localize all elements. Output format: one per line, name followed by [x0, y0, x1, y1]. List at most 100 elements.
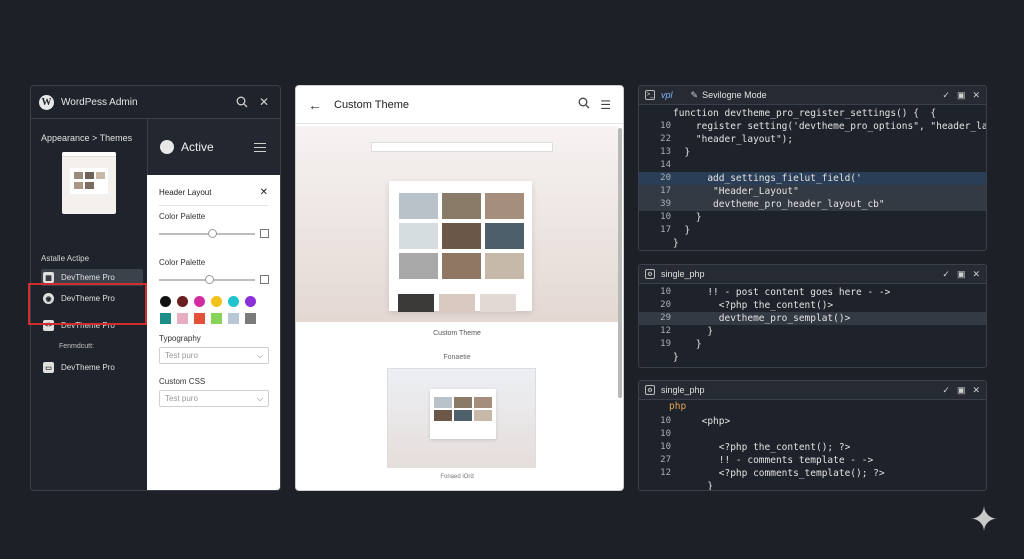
selection-highlight-box: [28, 283, 147, 325]
color-swatch[interactable]: [177, 313, 188, 324]
menu-icon[interactable]: [254, 140, 266, 155]
line-number: 10: [660, 442, 671, 452]
code-line[interactable]: }: [673, 352, 679, 363]
search-icon[interactable]: [578, 97, 590, 112]
slider-knob[interactable]: [207, 229, 217, 238]
save-icon[interactable]: ▣: [957, 385, 966, 396]
code-line[interactable]: "header_layout");: [673, 134, 793, 145]
line-number: 10: [660, 212, 671, 222]
tab-vpl[interactable]: vpl: [661, 90, 673, 100]
code-line[interactable]: }: [673, 481, 713, 490]
check-icon[interactable]: ✓: [942, 385, 950, 396]
color-swatch[interactable]: [245, 313, 256, 324]
check-icon[interactable]: ✓: [942, 269, 950, 280]
slider-checkbox[interactable]: [260, 275, 269, 284]
color-swatch[interactable]: [194, 296, 205, 307]
theme-status-icon: [160, 140, 174, 154]
theme-thumbnail[interactable]: [62, 152, 116, 214]
wp-admin-header: W WordPess Admin ✕: [31, 86, 280, 119]
line-number: 10: [660, 429, 671, 439]
site-mockup: [389, 181, 532, 311]
search-icon[interactable]: [234, 94, 250, 110]
theme-item-4[interactable]: ▭ DevTheme Pro: [41, 359, 143, 376]
preview-screenshot[interactable]: [387, 368, 536, 468]
code-line[interactable]: <?php the_content(); ?>: [673, 442, 851, 453]
header-layout-row[interactable]: Header Layout ✕: [159, 187, 268, 198]
color-swatch[interactable]: [245, 296, 256, 307]
code-line[interactable]: }: [673, 212, 702, 223]
color-swatch[interactable]: [211, 296, 222, 307]
terminal-icon: >_: [645, 90, 655, 100]
mini-navbar: [371, 142, 553, 152]
save-icon[interactable]: ▣: [957, 90, 966, 101]
line-number: 10: [660, 416, 671, 426]
file-title[interactable]: single_php: [661, 385, 935, 395]
preview-header: ← Custom Theme ☰: [296, 86, 623, 124]
color-palette-label: Color Palette: [159, 258, 206, 267]
code-line[interactable]: register setting('devtheme_pro_options",…: [673, 121, 986, 132]
theme-preview-panel: ← Custom Theme ☰ Custom Theme Fonaetie F…: [295, 85, 624, 491]
close-icon[interactable]: ✕: [256, 94, 272, 110]
line-number: 39: [660, 199, 671, 209]
code-line[interactable]: !! - comments template - ->: [673, 455, 873, 466]
code-line[interactable]: devtheme_pro_semplat()>: [673, 313, 851, 324]
customizer-header: Active: [147, 119, 280, 175]
menu-icon[interactable]: ☰: [600, 98, 611, 112]
slider-knob[interactable]: [204, 275, 214, 284]
code-panel-2: ⚙ single_php ✓ ▣ ✕ 10 !! - post content …: [638, 264, 987, 368]
breadcrumb[interactable]: Appearance > Themes: [41, 133, 132, 143]
code-line[interactable]: <?php the_content()>: [673, 300, 833, 311]
code-line[interactable]: }: [673, 326, 713, 337]
code-line[interactable]: <?php comments_template(); ?>: [673, 468, 885, 479]
close-icon[interactable]: ✕: [972, 90, 980, 101]
code-panel-header: ⚙ single_php ✓ ▣ ✕: [639, 381, 986, 400]
color-palette-slider-1[interactable]: [159, 229, 255, 238]
code-line[interactable]: }: [673, 339, 702, 350]
code-line[interactable]: devtheme_pro_header_layout_cb": [673, 199, 885, 210]
slider-checkbox[interactable]: [260, 229, 269, 238]
code-line[interactable]: }: [673, 225, 690, 236]
chevron-down-icon: ⌵: [256, 350, 263, 360]
custom-css-select[interactable]: Test puro ⌵: [159, 390, 269, 407]
scrollbar[interactable]: [618, 128, 622, 398]
line-number: 10: [660, 121, 671, 131]
file-title[interactable]: single_php: [661, 269, 935, 279]
typography-select[interactable]: Test puro ⌵: [159, 347, 269, 364]
color-palette-slider-2[interactable]: [159, 275, 255, 284]
close-icon[interactable]: ✕: [972, 269, 980, 280]
color-swatch[interactable]: [228, 296, 239, 307]
wordpress-logo-icon: W: [39, 94, 54, 110]
wp-admin-title: WordPess Admin: [61, 96, 138, 108]
check-icon[interactable]: ✓: [942, 90, 950, 101]
color-swatch[interactable]: [160, 296, 171, 307]
code-line[interactable]: add_settings_fielut_field(': [673, 173, 861, 184]
color-swatch[interactable]: [160, 313, 171, 324]
code-line[interactable]: }: [673, 238, 679, 249]
code-line[interactable]: <php>: [673, 416, 731, 427]
customizer-panel: Active Header Layout ✕ Color Palette Col…: [147, 119, 280, 490]
code-line[interactable]: "Header_Layout": [673, 186, 799, 197]
pen-icon: ✎: [690, 89, 699, 100]
save-icon[interactable]: ▣: [957, 269, 966, 280]
line-number: 22: [660, 134, 671, 144]
active-label: Active: [181, 140, 214, 154]
typography-label: Typography: [159, 334, 201, 343]
color-swatch[interactable]: [177, 296, 188, 307]
file-icon: ⚙: [645, 269, 655, 279]
close-icon[interactable]: ✕: [260, 187, 268, 198]
code-line[interactable]: function devtheme_pro_register_settings(…: [673, 108, 936, 119]
line-number: 20: [660, 300, 671, 310]
code-line[interactable]: }: [673, 147, 690, 158]
grid-icon: ▦: [43, 272, 54, 283]
line-number: 20: [660, 173, 671, 183]
color-swatch[interactable]: [194, 313, 205, 324]
line-number: 14: [660, 160, 671, 170]
close-icon[interactable]: ✕: [972, 385, 980, 396]
back-arrow-icon[interactable]: ←: [308, 97, 322, 113]
tab-mode[interactable]: Sevilogne Mode: [702, 90, 935, 100]
divider: [159, 205, 268, 206]
color-swatch[interactable]: [228, 313, 239, 324]
code-line[interactable]: !! - post content goes here - ->: [673, 287, 890, 298]
sparkle-icon: ✦: [969, 501, 999, 539]
color-swatch[interactable]: [211, 313, 222, 324]
